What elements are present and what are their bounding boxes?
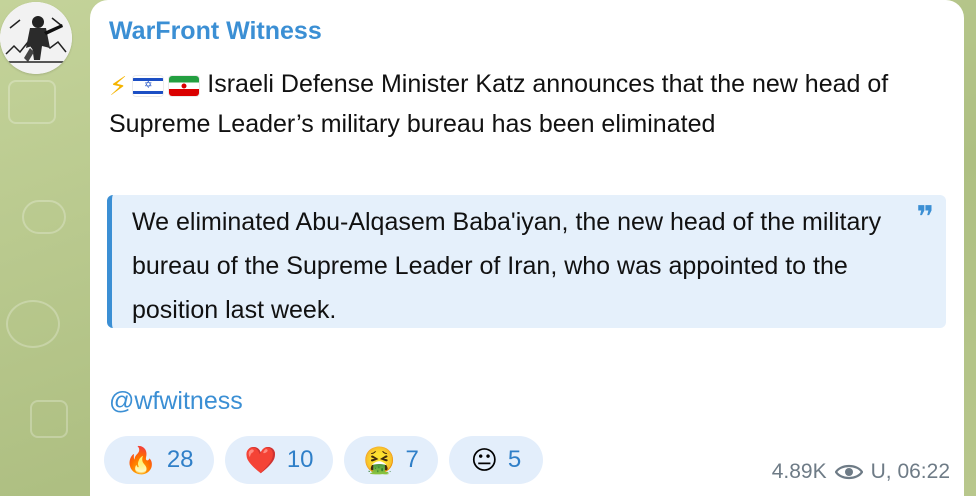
eye-icon <box>834 464 863 480</box>
message-meta: 4.89K U, 06:22 <box>772 460 950 484</box>
fire-icon: 🔥 <box>124 445 157 475</box>
message-headline: Israeli Defense Minister Katz announces … <box>109 70 889 138</box>
blockquote: We eliminated Abu-Alqasem Baba'iyan, the… <box>107 195 946 328</box>
channel-mention-link[interactable]: @wfwitness <box>109 385 243 417</box>
reaction-vomit[interactable]: 🤮 7 <box>344 436 438 484</box>
quote-mark-icon: ❞ <box>916 201 934 234</box>
wallpaper-doodle <box>8 80 56 124</box>
message-text: ⚡ ✡ Israeli Defense Minister Katz announ… <box>109 64 929 144</box>
reactions-bar: 🔥 28 ❤️ 10 🤮 7 😐 5 <box>104 436 543 484</box>
channel-name[interactable]: WarFront Witness <box>109 16 322 46</box>
soldier-avatar-icon <box>0 2 72 74</box>
lead-icons: ⚡ ✡ <box>109 71 200 101</box>
heart-icon: ❤️ <box>244 445 277 475</box>
lightning-icon: ⚡ <box>109 71 128 101</box>
reaction-count: 28 <box>166 446 194 473</box>
iran-flag-icon <box>169 76 200 96</box>
vomit-face-icon: 🤮 <box>363 445 396 475</box>
reaction-count: 5 <box>507 446 522 473</box>
reaction-count: 7 <box>405 446 419 473</box>
reaction-fire[interactable]: 🔥 28 <box>104 436 214 484</box>
reaction-count: 10 <box>286 446 314 473</box>
israel-flag-icon: ✡ <box>133 76 164 96</box>
message-time: U, 06:22 <box>870 460 950 483</box>
message-bubble: WarFront Witness ⚡ ✡ Israeli Defense Min… <box>90 0 964 496</box>
reaction-heart[interactable]: ❤️ 10 <box>225 436 333 484</box>
quote-text: We eliminated Abu-Alqasem Baba'iyan, the… <box>132 208 882 324</box>
wallpaper-doodle <box>30 400 68 438</box>
view-count: 4.89K <box>771 460 827 483</box>
wallpaper-doodle <box>22 200 66 234</box>
reaction-neutral-face[interactable]: 😐 5 <box>449 436 543 484</box>
wallpaper-doodle <box>6 300 60 348</box>
channel-avatar[interactable] <box>0 2 72 74</box>
neutral-face-icon: 😐 <box>470 445 498 475</box>
